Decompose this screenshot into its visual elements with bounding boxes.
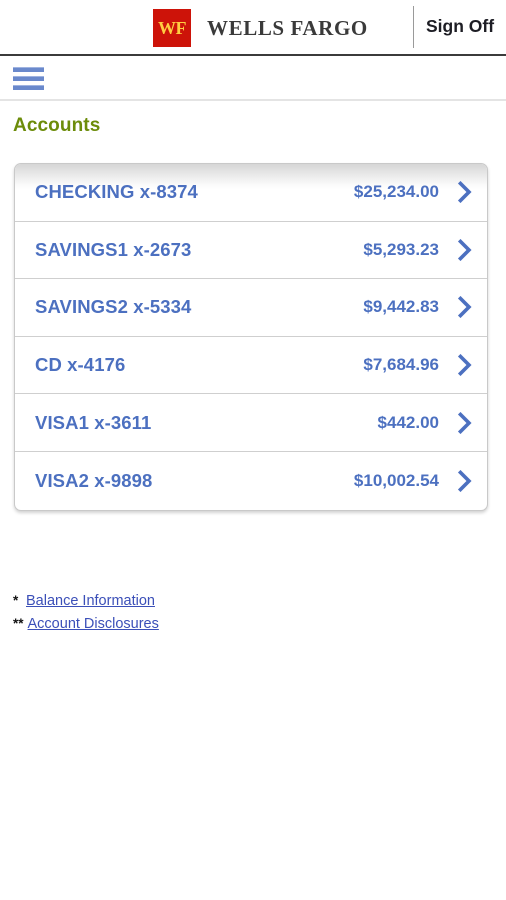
footnote-marker: ** (13, 616, 24, 631)
account-balance: $7,684.96 (363, 355, 439, 375)
account-row[interactable]: CHECKING x-8374 $25,234.00 (15, 164, 487, 222)
account-balance: $5,293.23 (363, 239, 439, 259)
header-divider (413, 6, 414, 48)
chevron-right-icon[interactable] (457, 354, 473, 377)
chevron-right-icon[interactable] (457, 469, 473, 492)
page-title: Accounts (13, 115, 101, 136)
wells-fargo-mark-icon: WF (153, 9, 191, 47)
hamburger-bar-2 (13, 76, 44, 81)
chevron-right-icon[interactable] (457, 181, 473, 204)
account-name: VISA2 x-9898 (35, 469, 153, 491)
accounts-card: CHECKING x-8374 $25,234.00 SAVINGS1 x-26… (14, 163, 488, 511)
account-row[interactable]: VISA1 x-3611 $442.00 (15, 394, 487, 452)
footnote-item: ** Account Disclosures (13, 616, 433, 632)
account-name: VISA1 x-3611 (35, 411, 152, 433)
hamburger-menu-icon[interactable] (13, 67, 44, 90)
chevron-right-icon[interactable] (457, 296, 473, 319)
account-balance: $9,442.83 (363, 297, 439, 317)
account-balance: $10,002.54 (353, 470, 439, 490)
account-row[interactable]: SAVINGS2 x-5334 $9,442.83 (15, 279, 487, 337)
account-name: SAVINGS1 x-2673 (35, 238, 192, 260)
account-row[interactable]: SAVINGS1 x-2673 $5,293.23 (15, 222, 487, 280)
chevron-right-icon[interactable] (457, 238, 473, 261)
account-name: SAVINGS2 x-5334 (35, 296, 192, 318)
hamburger-bar-3 (13, 85, 44, 90)
account-row[interactable]: CD x-4176 $7,684.96 (15, 337, 487, 395)
sign-off-button[interactable]: Sign Off (426, 16, 494, 37)
account-name: CHECKING x-8374 (35, 181, 198, 203)
chevron-right-icon[interactable] (457, 411, 473, 434)
footnotes: * Balance Information ** Account Disclos… (13, 593, 433, 639)
footnote-item: * Balance Information (13, 593, 433, 609)
wells-fargo-logo[interactable]: WF WELLS FARGO (153, 9, 368, 47)
account-name: CD x-4176 (35, 354, 126, 376)
hamburger-bar-1 (13, 67, 44, 72)
balance-information-link[interactable]: Balance Information (26, 593, 155, 609)
account-balance: $442.00 (377, 412, 439, 432)
nav-bar (0, 56, 506, 101)
account-row[interactable]: VISA2 x-9898 $10,002.54 (15, 452, 487, 510)
wells-fargo-wordmark: WELLS FARGO (207, 15, 368, 40)
account-balance: $25,234.00 (353, 182, 439, 202)
account-disclosures-link[interactable]: Account Disclosures (28, 616, 159, 632)
footnote-marker: * (13, 593, 19, 608)
brand-header: WF WELLS FARGO Sign Off (0, 0, 506, 56)
